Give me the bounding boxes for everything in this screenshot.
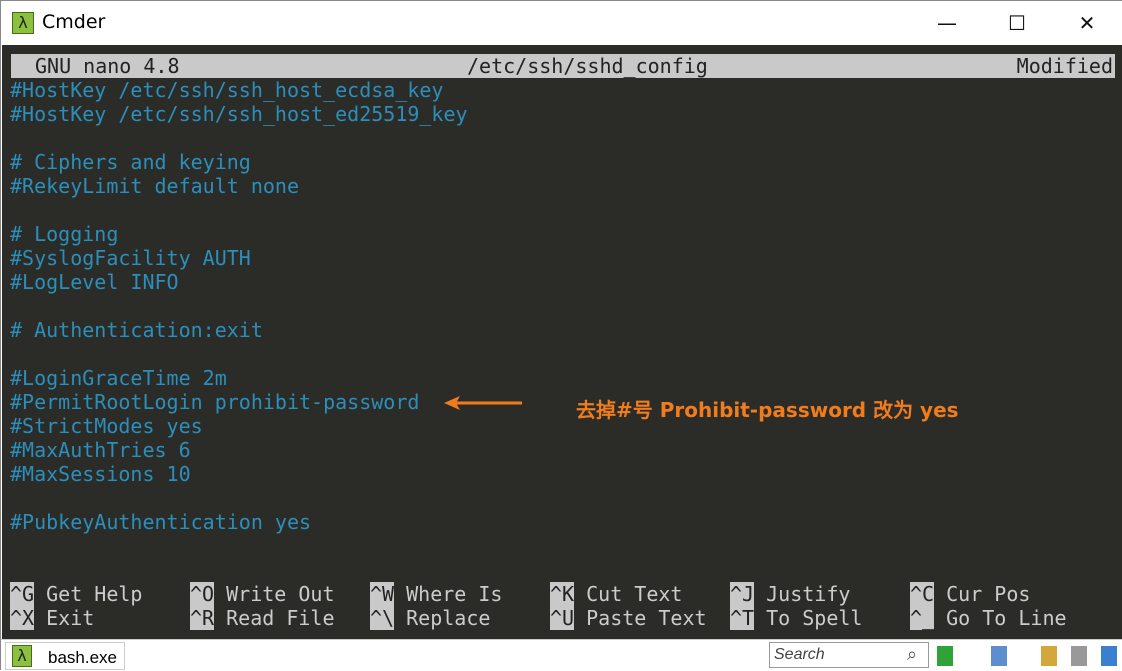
shortcut-item[interactable]: ^J Justify <box>730 582 850 606</box>
shortcut-item[interactable]: ^K Cut Text <box>550 582 682 606</box>
shortcut-label: Cur Pos <box>946 582 1031 606</box>
shortcut-item[interactable]: ^R Read File <box>190 606 335 630</box>
editor-line: #MaxAuthTries 6 <box>10 438 191 462</box>
shortcut-key: ^W <box>370 582 395 606</box>
title-bar: λ Cmder — ☐ ✕ <box>1 1 1122 45</box>
tab-label: bash.exe <box>48 648 117 667</box>
window-icon[interactable] <box>1071 646 1087 666</box>
shortcut-item[interactable]: ^C Cur Pos <box>910 582 1030 606</box>
shortcut-item[interactable]: ^W Where Is <box>370 582 502 606</box>
shortcut-key: ^O <box>190 582 215 606</box>
shortcut-item[interactable]: ^_ Go To Line <box>910 606 1067 630</box>
terminal[interactable]: GNU nano 4.8 /etc/ssh/sshd_config Modifi… <box>2 45 1122 639</box>
shortcut-label: Exit <box>46 606 95 630</box>
shortcut-label: Go To Line <box>946 606 1067 630</box>
new-console-icon[interactable] <box>937 646 953 666</box>
close-button[interactable]: ✕ <box>1052 1 1122 45</box>
shortcut-key: ^J <box>730 582 755 606</box>
file-name: /etc/ssh/sshd_config <box>467 54 708 78</box>
shortcut-label: Read File <box>226 606 335 630</box>
maximize-button[interactable]: ☐ <box>982 1 1052 45</box>
shortcut-item[interactable]: ^T To Spell <box>730 606 862 630</box>
shortcut-item[interactable]: ^X Exit <box>10 606 94 630</box>
editor-line: #LogLevel INFO <box>10 270 179 294</box>
arrow-icon <box>444 396 522 410</box>
editor-line: #PermitRootLogin prohibit-password <box>10 390 420 414</box>
status-bar: λ bash.exe Search ⌕ <box>1 639 1122 671</box>
editor-line: #MaxSessions 10 <box>10 462 191 486</box>
editor-line: # Authentication:exit <box>10 318 263 342</box>
shortcut-key: ^_ <box>910 606 935 630</box>
editor-line: #StrictModes yes <box>10 414 203 438</box>
editor-line: #PubkeyAuthentication yes <box>10 510 312 534</box>
editor-line: #RekeyLimit default none <box>10 174 299 198</box>
search-input[interactable]: Search <box>769 642 929 668</box>
editor-line: #LoginGraceTime 2m <box>10 366 227 390</box>
lock-icon[interactable] <box>1041 646 1057 666</box>
shortcut-key: ^\ <box>370 606 395 630</box>
shortcut-label: Where Is <box>406 582 503 606</box>
nano-header: GNU nano 4.8 /etc/ssh/sshd_config Modifi… <box>11 54 1115 78</box>
shortcut-key: ^R <box>190 606 215 630</box>
shortcut-label: Paste Text <box>586 606 707 630</box>
shortcut-label: Replace <box>406 606 491 630</box>
shortcut-label: Cut Text <box>586 582 683 606</box>
shortcut-key: ^K <box>550 582 575 606</box>
shortcut-item[interactable]: ^\ Replace <box>370 606 490 630</box>
shortcut-label: Get Help <box>46 582 143 606</box>
shortcut-key: ^C <box>910 582 935 606</box>
shortcut-key: ^U <box>550 606 575 630</box>
editor-line: # Logging <box>10 222 119 246</box>
window-title: Cmder <box>42 11 106 33</box>
shortcut-key: ^X <box>10 606 35 630</box>
shortcut-key: ^G <box>10 582 35 606</box>
shortcut-item[interactable]: ^O Write Out <box>190 582 335 606</box>
editor-line: #SyslogFacility AUTH <box>10 246 251 270</box>
editor-line: #HostKey /etc/ssh/ssh_host_ecdsa_key <box>10 78 444 102</box>
nano-version: GNU nano 4.8 <box>35 54 180 78</box>
editor-line: #HostKey /etc/ssh/ssh_host_ed25519_key <box>10 102 468 126</box>
search-icon: ⌕ <box>907 644 918 664</box>
annotation-text: 去掉#号 Prohibit-password 改为 yes <box>576 398 959 422</box>
shortcut-label: Write Out <box>226 582 335 606</box>
editor-line: # Ciphers and keying <box>10 150 251 174</box>
menu-icon[interactable] <box>1101 646 1117 666</box>
shortcut-item[interactable]: ^G Get Help <box>10 582 142 606</box>
shortcut-label: To Spell <box>766 606 863 630</box>
shortcut-label: Justify <box>766 582 851 606</box>
shortcut-item[interactable]: ^U Paste Text <box>550 606 707 630</box>
minimize-button[interactable]: — <box>912 1 982 45</box>
lambda-icon: λ <box>12 645 32 667</box>
lambda-icon: λ <box>12 12 34 34</box>
modified-status: Modified <box>1016 54 1113 78</box>
shortcut-key: ^T <box>730 606 755 630</box>
tab-bash[interactable]: λ bash.exe <box>5 642 125 670</box>
split-icon[interactable] <box>991 646 1007 666</box>
